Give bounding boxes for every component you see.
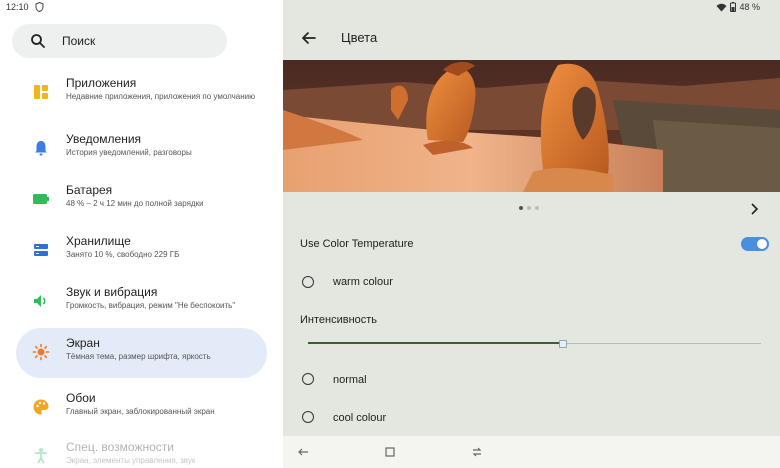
settings-item-apps[interactable]: Приложения Недавние приложения, приложени…	[16, 68, 267, 118]
carousel-dot	[527, 206, 531, 210]
cool-colour-label: cool colour	[333, 412, 387, 424]
settings-item-subtitle: Громкость, вибрация, режим "Не беспокоит…	[66, 301, 236, 310]
settings-item-subtitle: Недавние приложения, приложения по умолч…	[66, 92, 256, 101]
settings-item-subtitle: Главный экран, заблокированный экран	[66, 407, 215, 416]
search-bar[interactable]: Поиск	[12, 24, 227, 58]
settings-item-title: Обои	[66, 391, 96, 405]
settings-item-title: Хранилище	[66, 234, 131, 248]
speaker-icon	[34, 295, 46, 307]
palette-icon	[33, 399, 49, 415]
settings-item-display[interactable]: Экран Тёмная тема, размер шрифта, яркость	[16, 328, 267, 378]
carousel-indicator	[519, 206, 539, 210]
battery-status-icon	[730, 2, 737, 12]
settings-item-title: Батарея	[66, 183, 113, 197]
settings-list-pane: 12:10 Поиск Приложения Недавние приложени…	[0, 0, 283, 468]
colors-detail-pane: 48 % Цвета Use Color Temperature warm co…	[283, 0, 780, 468]
settings-item-wallpaper[interactable]: Обои Главный экран, заблокированный экран	[16, 383, 267, 433]
use-color-temperature-toggle[interactable]	[741, 237, 769, 251]
status-time: 12:10	[6, 2, 29, 12]
settings-item-title: Экран	[66, 336, 100, 350]
apps-icon	[34, 85, 48, 99]
page-title: Цвета	[341, 30, 378, 45]
nav-recents-icon[interactable]	[471, 446, 483, 458]
bell-icon	[35, 141, 47, 156]
status-bar-left: 12:10	[6, 2, 44, 12]
carousel-dot-active	[519, 206, 523, 210]
intensity-slider-fill	[308, 342, 562, 344]
back-arrow-icon[interactable]	[301, 30, 317, 46]
battery-icon	[33, 194, 49, 204]
storage-icon	[34, 244, 48, 256]
nav-home-icon[interactable]	[384, 446, 396, 458]
normal-radio[interactable]	[302, 373, 314, 385]
normal-label: normal	[333, 374, 367, 386]
settings-item-battery[interactable]: Батарея 48 % – 2 ч 12 мин до полной заряд…	[16, 175, 267, 225]
warm-colour-label: warm colour	[333, 276, 393, 288]
settings-item-storage[interactable]: Хранилище Занято 10 %, свободно 229 ГБ	[16, 226, 267, 276]
warm-colour-radio[interactable]	[302, 276, 314, 288]
settings-item-title: Спец. возможности	[66, 440, 174, 454]
nav-back-icon[interactable]	[297, 446, 309, 458]
chevron-right-icon[interactable]	[749, 203, 759, 215]
cool-colour-radio[interactable]	[302, 411, 314, 423]
battery-percent: 48 %	[739, 2, 760, 12]
settings-item-notifications[interactable]: Уведомления История уведомлений, разговор…	[16, 124, 267, 174]
settings-item-title: Приложения	[66, 76, 137, 90]
settings-item-subtitle: Тёмная тема, размер шрифта, яркость	[66, 352, 211, 361]
use-color-temperature-label: Use Color Temperature	[300, 238, 414, 250]
wifi-icon	[716, 3, 727, 11]
settings-item-sound[interactable]: Звук и вибрация Громкость, вибрация, режи…	[16, 277, 267, 327]
brightness-icon	[32, 343, 50, 361]
navigation-bar	[283, 436, 780, 468]
settings-item-subtitle: 48 % – 2 ч 12 мин до полной зарядки	[66, 199, 204, 208]
settings-item-title: Звук и вибрация	[66, 285, 158, 299]
search-icon	[31, 34, 45, 48]
wallpaper-preview-image[interactable]	[283, 60, 780, 192]
shield-icon	[35, 2, 44, 12]
settings-item-subtitle: История уведомлений, разговоры	[66, 148, 192, 157]
settings-item-subtitle: Экран, элементы управления, звук	[66, 456, 196, 465]
settings-item-accessibility[interactable]: Спец. возможности Экран, элементы управле…	[16, 432, 267, 468]
status-bar-right: 48 %	[716, 2, 760, 12]
accessibility-icon	[35, 448, 47, 464]
carousel-dot	[535, 206, 539, 210]
settings-item-title: Уведомления	[66, 132, 142, 146]
search-label: Поиск	[62, 34, 96, 48]
settings-item-subtitle: Занято 10 %, свободно 229 ГБ	[66, 250, 180, 259]
intensity-label: Интенсивность	[300, 314, 378, 326]
intensity-slider-thumb[interactable]	[559, 340, 567, 348]
